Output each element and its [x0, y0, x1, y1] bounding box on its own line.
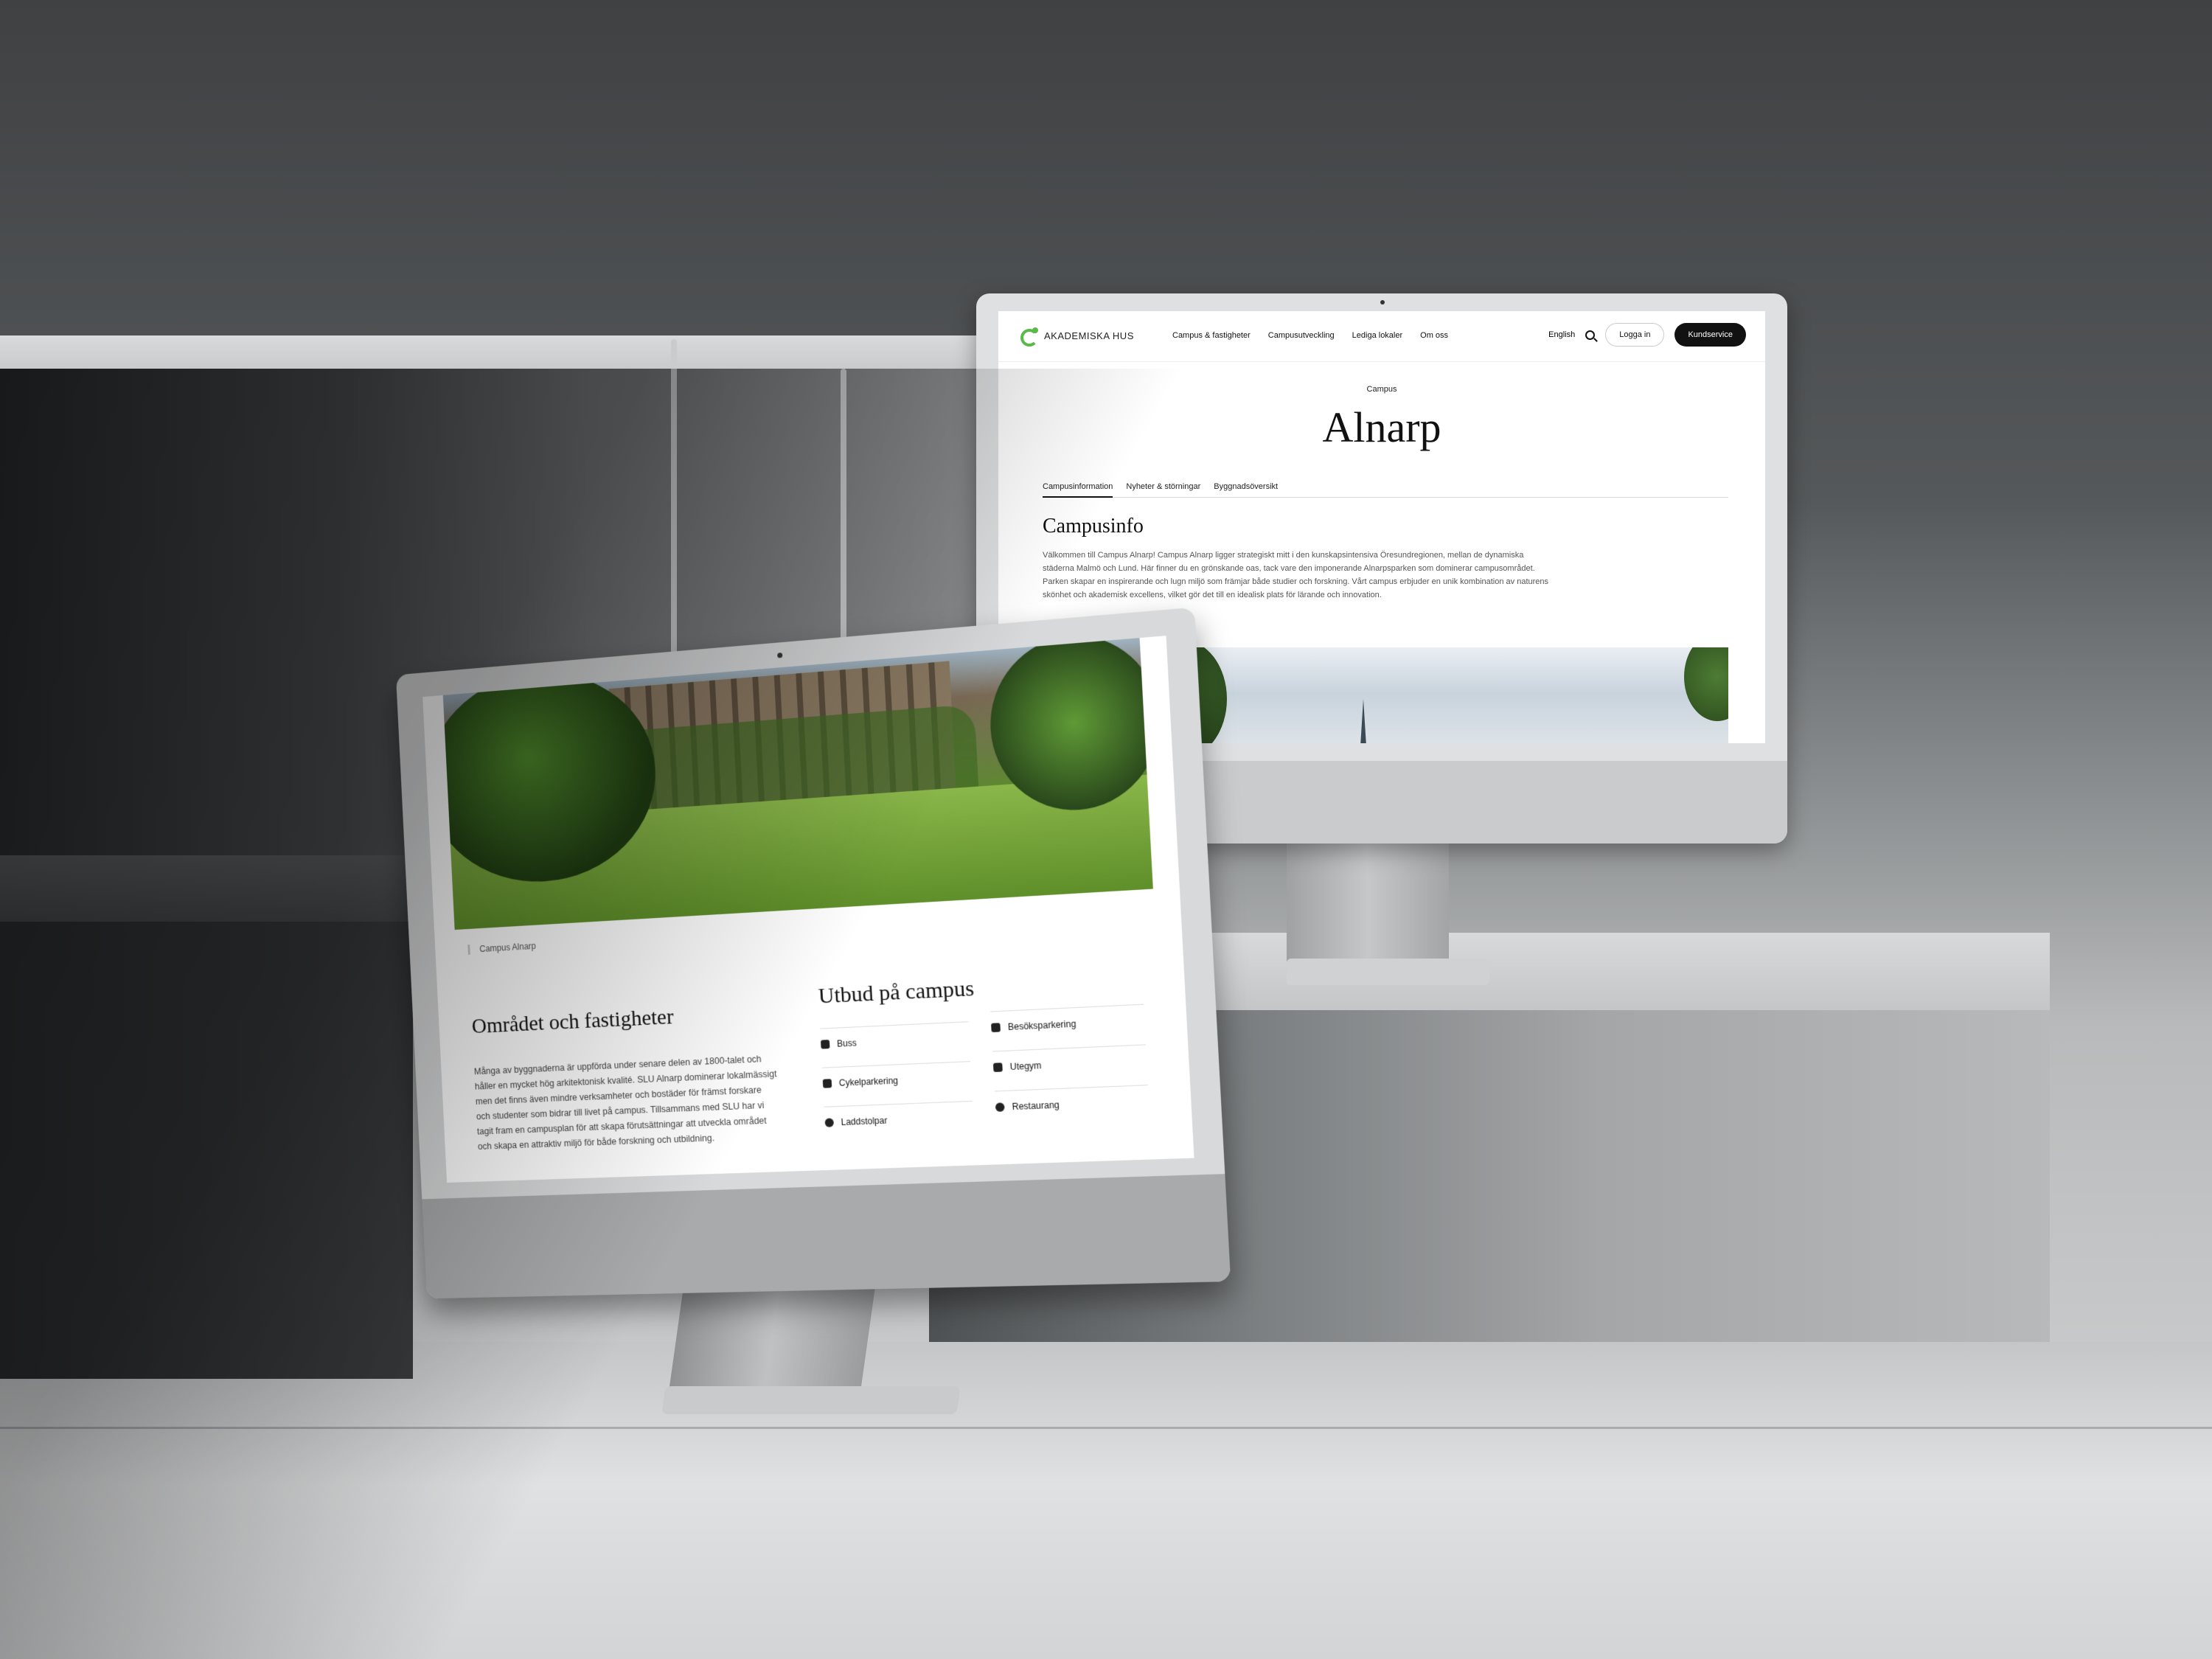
offering-label: Utegym	[1009, 1060, 1041, 1072]
nav-right: English Logga in Kundservice	[1548, 323, 1746, 347]
tree	[1684, 647, 1728, 721]
offering-label: Restaurang	[1012, 1099, 1060, 1112]
parking-icon	[823, 1079, 832, 1088]
campus-photo	[443, 638, 1153, 930]
customer-service-button[interactable]: Kundservice	[1674, 323, 1746, 347]
page-eyebrow: Campus	[998, 385, 1765, 394]
tab-campusinformation[interactable]: Campusinformation	[1043, 482, 1113, 498]
section-paragraph: Välkommen till Campus Alnarp! Campus Aln…	[1043, 549, 1551, 602]
spire	[1360, 699, 1367, 743]
logo[interactable]: AKADEMISKA HUS	[1020, 327, 1134, 344]
nav-link-campusutveckling[interactable]: Campusutveckling	[1268, 331, 1335, 340]
charging-icon	[824, 1118, 834, 1127]
search-icon[interactable]	[1585, 330, 1595, 340]
image-caption: Campus Alnarp	[467, 941, 536, 955]
hero-image	[1153, 647, 1728, 743]
tab-byggnadsoversikt[interactable]: Byggnadsöversikt	[1214, 482, 1278, 491]
front-monitor: Campus Alnarp Området och fastigheter Må…	[396, 608, 1231, 1299]
offering-item[interactable]: Utegym	[992, 1044, 1147, 1073]
left-block	[0, 855, 413, 1379]
back-monitor-stand	[1287, 844, 1449, 961]
nav-links: Campus & fastigheter Campusutveckling Le…	[1172, 331, 1448, 340]
restaurant-icon	[995, 1102, 1005, 1112]
front-screen: Campus Alnarp Området och fastigheter Må…	[422, 636, 1194, 1183]
login-button[interactable]: Logga in	[1605, 323, 1664, 347]
front-monitor-wrap: Campus Alnarp Området och fastigheter Må…	[396, 608, 1231, 1299]
offering-label: Buss	[837, 1037, 857, 1048]
floor-edge	[0, 1427, 2212, 1429]
back-monitor-foot	[1287, 959, 1489, 985]
monitor-chin	[422, 1174, 1231, 1298]
offerings-heading: Utbud på campus	[818, 976, 975, 1009]
cable	[841, 369, 846, 664]
offering-label: Laddstolpar	[841, 1116, 887, 1127]
offering-item[interactable]: Restaurang	[995, 1085, 1150, 1113]
area-paragraph: Många av byggnaderna är uppförda under s…	[473, 1051, 780, 1154]
nav-link-om-oss[interactable]: Om oss	[1420, 331, 1448, 340]
camera-dot	[777, 653, 782, 658]
offering-item[interactable]: Laddstolpar	[824, 1101, 974, 1128]
cable	[671, 339, 677, 664]
camera-dot	[1380, 300, 1385, 305]
section-heading: Campusinfo	[1043, 515, 1144, 538]
area-heading: Området och fastigheter	[471, 1004, 674, 1039]
top-nav: AKADEMISKA HUS Campus & fastigheter Camp…	[998, 311, 1765, 362]
language-link[interactable]: English	[1548, 330, 1575, 339]
logo-text: AKADEMISKA HUS	[1044, 330, 1134, 341]
offering-item[interactable]: Cykelparkering	[822, 1061, 972, 1089]
bus-icon	[821, 1040, 830, 1049]
floor	[0, 1342, 2212, 1659]
offering-label: Besöksparkering	[1008, 1018, 1077, 1032]
page-title: Alnarp	[998, 403, 1765, 452]
offering-item[interactable]: Buss	[820, 1021, 970, 1049]
tab-nyheter[interactable]: Nyheter & störningar	[1126, 482, 1200, 491]
offering-item[interactable]: Besöksparkering	[990, 1004, 1144, 1033]
nav-link-lediga-lokaler[interactable]: Lediga lokaler	[1352, 331, 1403, 340]
nav-link-campus[interactable]: Campus & fastigheter	[1172, 331, 1251, 340]
parking-icon	[991, 1023, 1001, 1032]
tab-bar: Campusinformation Nyheter & störningar B…	[1043, 482, 1728, 498]
front-monitor-foot	[661, 1386, 960, 1414]
gym-icon	[993, 1062, 1003, 1072]
offering-label: Cykelparkering	[839, 1075, 899, 1088]
left-block-top	[0, 855, 413, 922]
logo-icon	[1020, 327, 1040, 344]
